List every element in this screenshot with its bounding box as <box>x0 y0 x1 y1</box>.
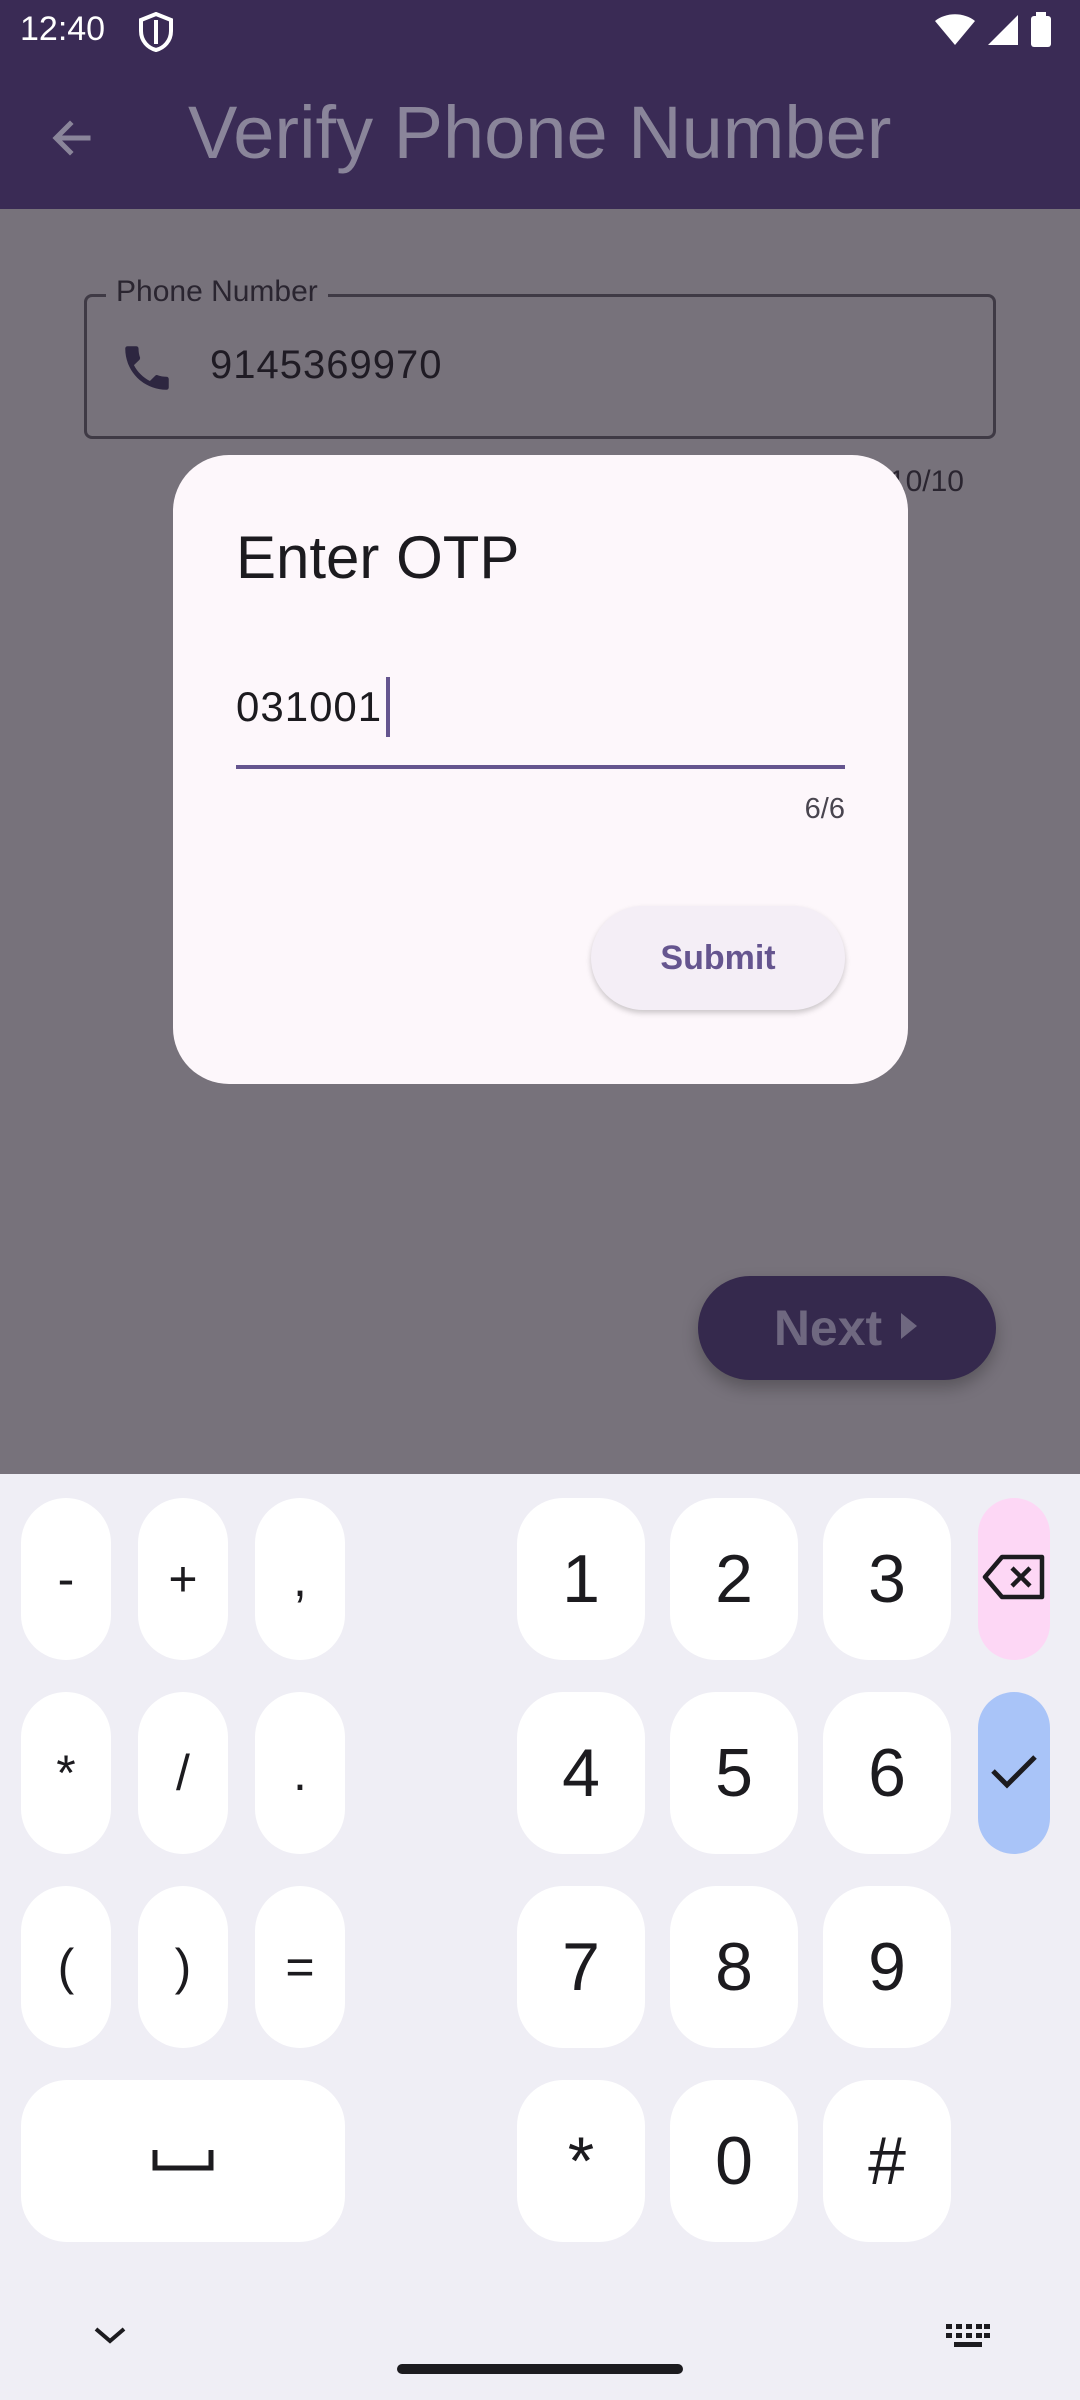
key-close-paren[interactable]: ) <box>138 1886 228 2048</box>
submit-button-label: Submit <box>660 938 776 977</box>
key-2[interactable]: 2 <box>670 1498 798 1660</box>
phone-number-value: 9145369970 <box>210 343 443 387</box>
otp-input-value: 031001 <box>236 683 383 730</box>
otp-input[interactable]: 031001 <box>236 677 391 737</box>
key-open-paren[interactable]: ( <box>21 1886 111 2048</box>
otp-input-underline <box>236 765 845 769</box>
key-comma[interactable]: , <box>255 1498 345 1660</box>
next-button-label: Next <box>773 1300 883 1356</box>
key-7[interactable]: 7 <box>517 1886 645 2048</box>
space-key[interactable] <box>21 2080 345 2242</box>
key-slash[interactable]: / <box>138 1692 228 1854</box>
signal-icon <box>986 13 1020 52</box>
key-8[interactable]: 8 <box>670 1886 798 2048</box>
next-button[interactable]: Next <box>698 1276 996 1380</box>
backspace-key[interactable] <box>978 1498 1050 1660</box>
key-period[interactable]: . <box>255 1692 345 1854</box>
otp-dialog: Enter OTP 031001 6/6 Submit <box>173 455 908 1084</box>
check-icon <box>990 1753 1038 1794</box>
phone-icon <box>118 339 176 402</box>
key-9[interactable]: 9 <box>823 1886 951 2048</box>
arrow-right-icon <box>898 1311 920 1346</box>
submit-button[interactable]: Submit <box>591 906 845 1010</box>
keyboard-icon[interactable] <box>946 2324 990 2355</box>
wifi-icon <box>934 13 976 52</box>
key-1[interactable]: 1 <box>517 1498 645 1660</box>
battery-icon <box>1030 12 1052 53</box>
key-5[interactable]: 5 <box>670 1692 798 1854</box>
arrow-back-icon <box>48 114 96 167</box>
key-asterisk[interactable]: * <box>21 1692 111 1854</box>
phone-number-label: Phone Number <box>106 275 328 309</box>
key-0[interactable]: 0 <box>670 2080 798 2242</box>
key-hash[interactable]: # <box>823 2080 951 2242</box>
numeric-keyboard: - + , * / . ( ) = 1 2 3 4 5 6 7 8 9 * 0 … <box>0 1474 1080 2400</box>
space-bar-icon <box>151 2144 215 2179</box>
key-minus[interactable]: - <box>21 1498 111 1660</box>
text-cursor <box>386 677 391 737</box>
key-plus[interactable]: + <box>138 1498 228 1660</box>
key-4[interactable]: 4 <box>517 1692 645 1854</box>
status-bar: 12:40 <box>0 0 1080 64</box>
page-title: Verify Phone Number <box>188 91 892 174</box>
otp-char-counter: 6/6 <box>804 793 845 825</box>
chevron-down-icon[interactable] <box>90 2323 130 2352</box>
key-star[interactable]: * <box>517 2080 645 2242</box>
status-time: 12:40 <box>20 10 106 48</box>
key-equals[interactable]: = <box>255 1886 345 2048</box>
back-button[interactable] <box>36 104 108 176</box>
key-3[interactable]: 3 <box>823 1498 951 1660</box>
key-6[interactable]: 6 <box>823 1692 951 1854</box>
shield-icon <box>138 11 174 57</box>
dialog-title: Enter OTP <box>236 524 520 591</box>
backspace-icon <box>982 1554 1046 1605</box>
home-indicator[interactable] <box>397 2364 683 2374</box>
app-bar: Verify Phone Number <box>0 64 1080 209</box>
enter-key[interactable] <box>978 1692 1050 1854</box>
